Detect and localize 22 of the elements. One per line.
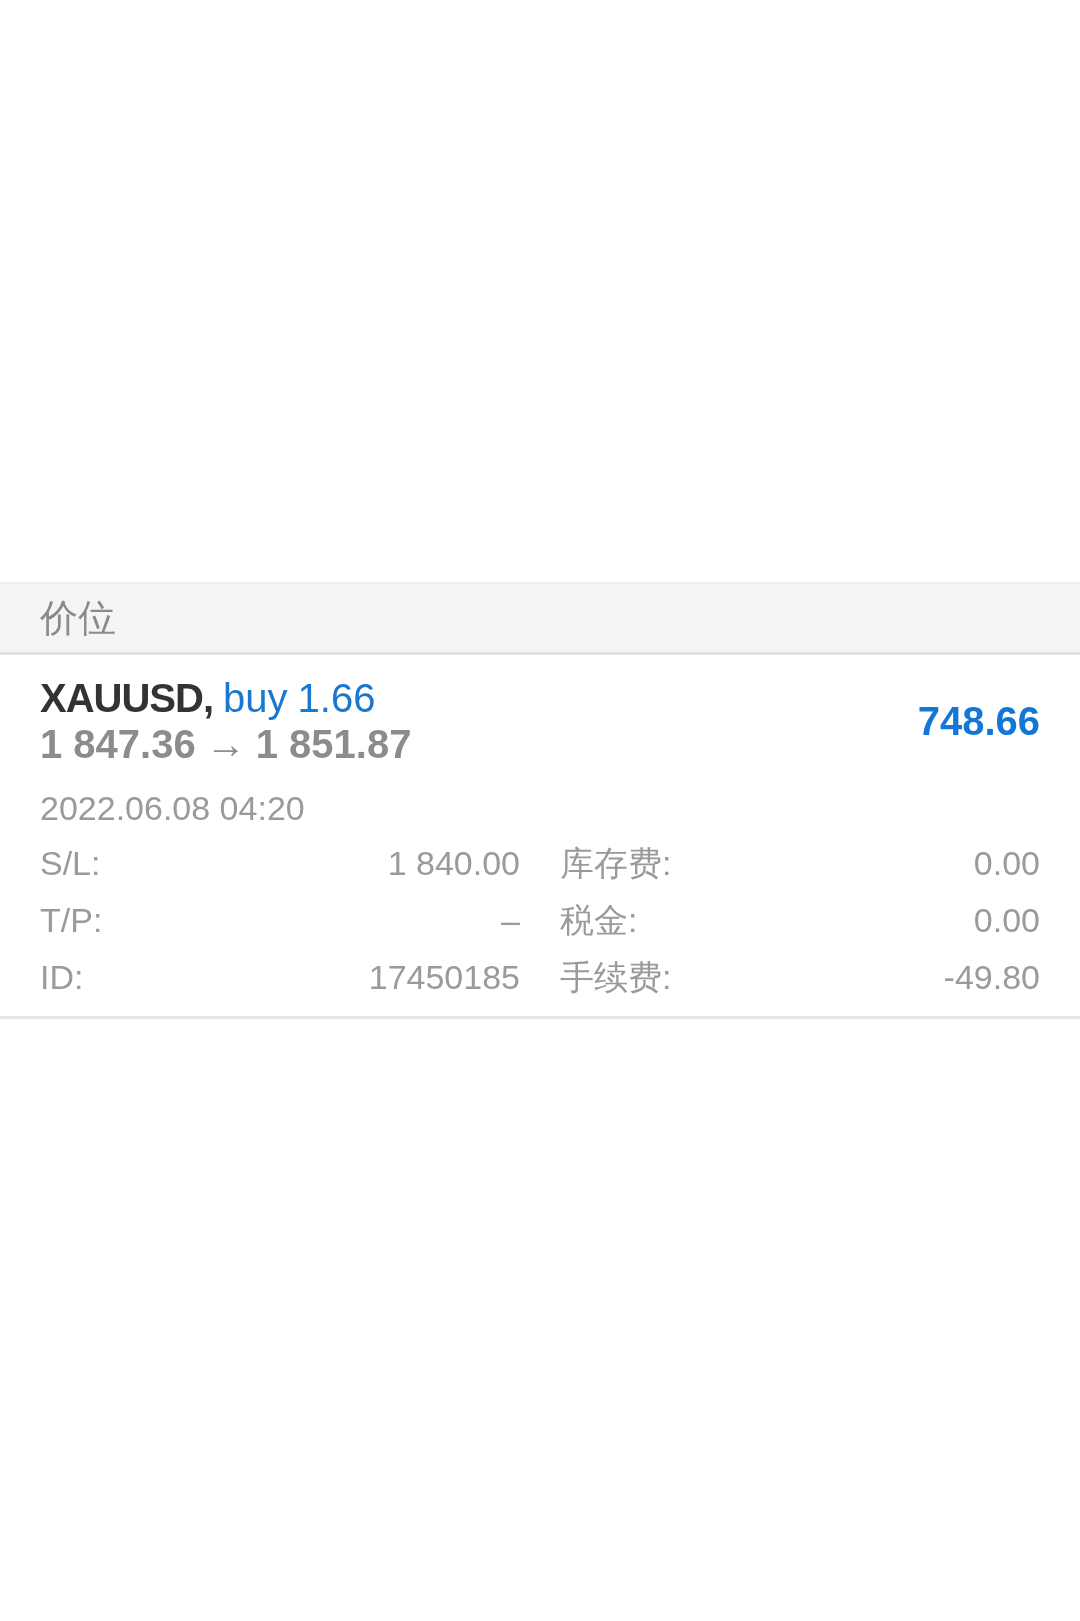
profit-value: 748.66 xyxy=(917,698,1040,744)
position-row[interactable]: XAUUSD, buy 1.66 1 847.36 → 1 851.87 748.66 2022.06.08 04:20 S/L: 1 840.00 库存费: 0.00 T/P: – 税金: 0.00 ID: 17450185 手续费: -49.80 xyxy=(0,655,1080,1019)
detail-label: 库存费: xyxy=(559,843,673,884)
volume-text: 1.66 xyxy=(297,675,376,721)
detail-label: S/L: xyxy=(40,843,102,884)
symbol-text: XAUUSD, xyxy=(40,675,214,721)
detail-label: 税金: xyxy=(559,900,639,941)
detail-value: -49.80 xyxy=(942,957,1040,998)
detail-value: 0.00 xyxy=(972,900,1040,941)
detail-value: 17450185 xyxy=(367,957,520,998)
arrow-text: → xyxy=(205,721,246,767)
section-title: 价位 xyxy=(40,595,116,641)
open-time: 2022.06.08 04:20 xyxy=(40,788,306,829)
open-price: 1 847.36 xyxy=(40,721,196,767)
detail-value: 0.00 xyxy=(972,843,1040,884)
current-price: 1 851.87 xyxy=(255,721,412,767)
detail-label: 手续费: xyxy=(559,957,673,998)
detail-label: T/P: xyxy=(40,900,104,941)
direction-text: buy xyxy=(223,675,288,721)
detail-value: 1 840.00 xyxy=(386,843,520,884)
detail-label: ID: xyxy=(40,957,85,998)
detail-value: – xyxy=(500,900,520,941)
